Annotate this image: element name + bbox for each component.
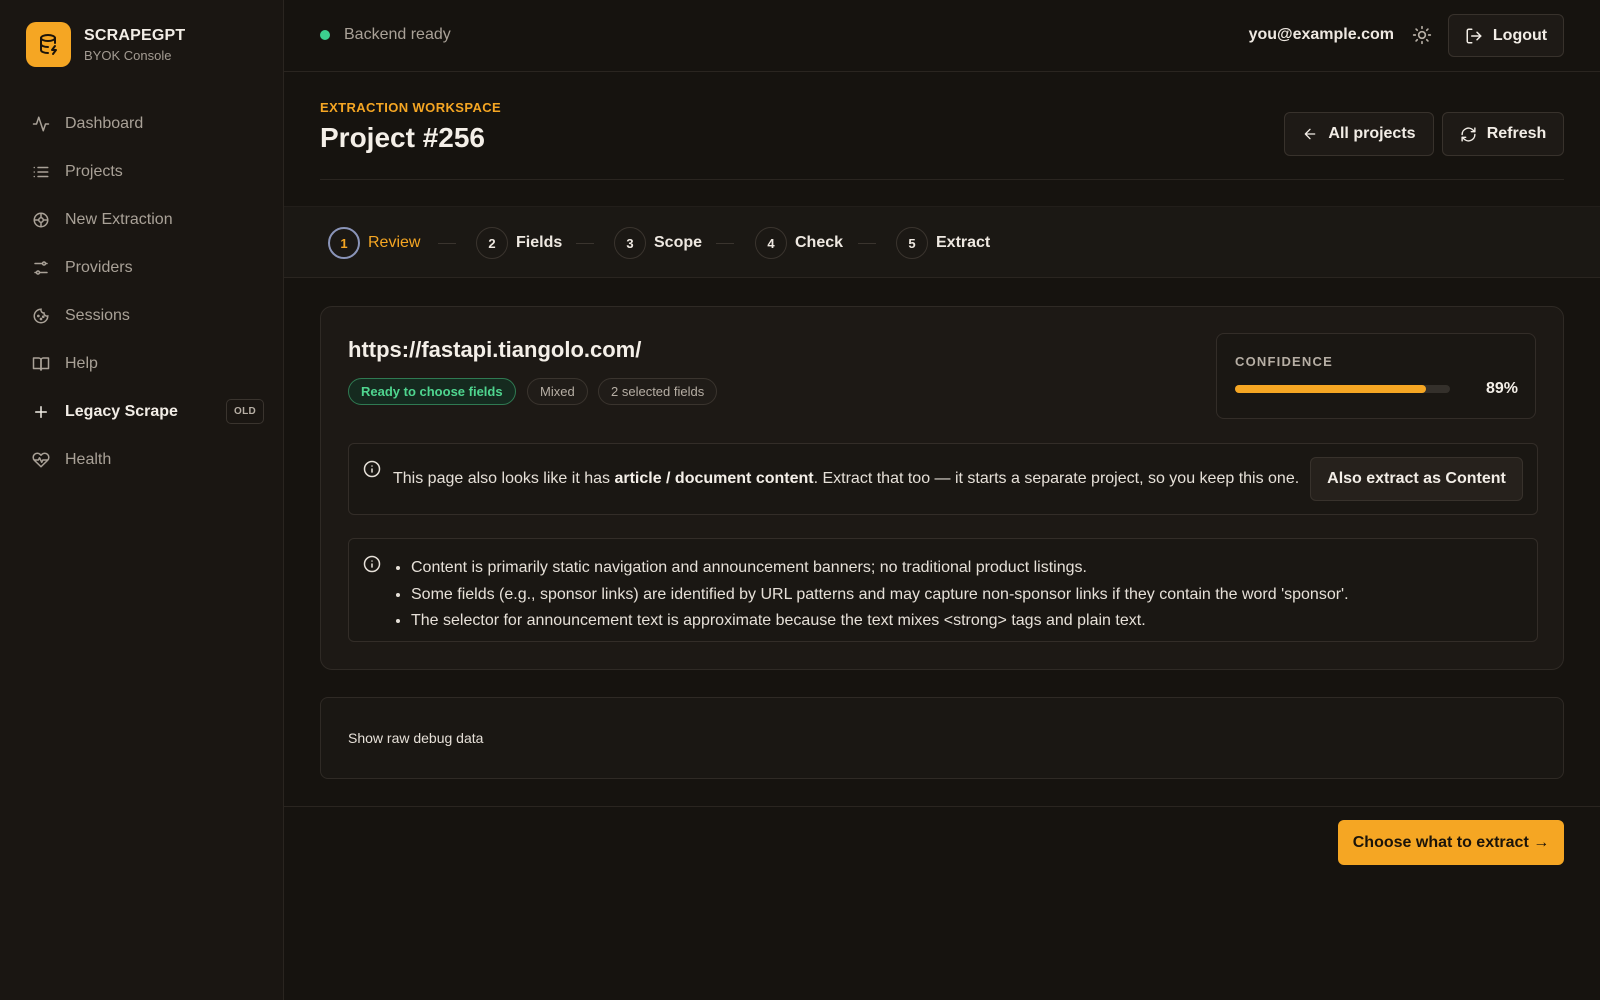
step-number: 3 xyxy=(614,227,646,259)
sidebar-item-legacy-scrape[interactable]: Legacy Scrape OLD xyxy=(18,388,266,436)
page-eyebrow: EXTRACTION WORKSPACE xyxy=(320,100,502,115)
status-indicator xyxy=(320,30,330,40)
activity-icon xyxy=(31,114,51,134)
notice-suffix: . Extract that too — it starts a separat… xyxy=(813,470,1300,487)
notice-prefix: This page also looks like it has xyxy=(393,470,615,487)
choose-fields-button[interactable]: Choose what to extract → xyxy=(1338,820,1564,865)
confidence-bar-fill xyxy=(1235,385,1427,393)
step-connector xyxy=(716,243,734,244)
sidebar-item-label: Projects xyxy=(65,163,123,180)
info-icon xyxy=(363,460,381,483)
sidebar-item-label: Providers xyxy=(65,259,133,276)
step-scope[interactable]: 3 Scope xyxy=(614,227,702,259)
step-label: Extract xyxy=(936,234,991,251)
selected-fields-badge: 2 selected fields xyxy=(598,378,718,405)
sidebar: SCRAPEGPT BYOK Console Dashboard Project… xyxy=(0,0,284,1000)
info-icon xyxy=(363,555,381,578)
sliders-icon xyxy=(31,258,51,278)
also-extract-label: Also extract as Content xyxy=(1327,470,1506,487)
database-icon xyxy=(26,22,71,67)
sidebar-item-label: Sessions xyxy=(65,307,130,324)
confidence-bar xyxy=(1235,385,1450,393)
main-content: Backend ready you@example.com Logout EXT… xyxy=(284,0,1600,1000)
analysis-notes: Content is primarily static navigation a… xyxy=(348,538,1538,642)
step-check[interactable]: 4 Check xyxy=(755,227,843,259)
also-extract-content-button[interactable]: Also extract as Content xyxy=(1310,457,1523,501)
divider xyxy=(284,806,1600,807)
book-icon xyxy=(31,354,51,374)
heart-pulse-icon xyxy=(31,450,51,470)
show-debug-toggle[interactable]: Show raw debug data xyxy=(348,730,483,746)
confidence-panel: CONFIDENCE 89% xyxy=(1216,333,1536,419)
page-header: EXTRACTION WORKSPACE Project #256 All pr… xyxy=(320,72,1564,180)
step-number: 5 xyxy=(896,227,928,259)
sidebar-item-label: Help xyxy=(65,355,98,372)
topbar: Backend ready you@example.com Logout xyxy=(284,0,1600,72)
step-label: Review xyxy=(368,234,421,251)
step-label: Fields xyxy=(516,234,563,251)
debug-panel[interactable]: Show raw debug data xyxy=(320,697,1564,779)
logout-label: Logout xyxy=(1492,26,1548,44)
notice-bold: article / document content xyxy=(614,470,814,487)
step-label: Scope xyxy=(654,234,703,251)
step-connector xyxy=(438,243,456,244)
page-url: https://fastapi.tiangolo.com/ xyxy=(348,337,642,362)
arrow-left-icon xyxy=(1302,126,1318,142)
type-badge: Mixed xyxy=(527,378,588,405)
backend-status: Backend ready xyxy=(344,26,451,43)
sidebar-item-label: New Extraction xyxy=(65,211,173,228)
sidebar-item-projects[interactable]: Projects xyxy=(18,148,266,196)
notes-list: Content is primarily static navigation a… xyxy=(411,555,1349,635)
sidebar-item-label: Dashboard xyxy=(65,115,144,132)
status-badge: Ready to choose fields xyxy=(348,378,516,405)
plus-icon xyxy=(31,402,51,422)
step-label: Check xyxy=(795,234,844,251)
step-extract[interactable]: 5 Extract xyxy=(896,227,990,259)
step-number: 4 xyxy=(755,227,787,259)
list-item: Some fields (e.g., sponsor links) are id… xyxy=(411,582,1349,609)
user-email: you@example.com xyxy=(1248,26,1394,43)
list-item: Content is primarily static navigation a… xyxy=(411,555,1349,582)
all-projects-label: All projects xyxy=(1328,125,1416,142)
list-icon xyxy=(31,162,51,182)
refresh-icon xyxy=(1460,126,1477,143)
logout-button[interactable]: Logout xyxy=(1448,14,1564,57)
sidebar-item-health[interactable]: Health xyxy=(18,436,266,484)
sidebar-item-new-extraction[interactable]: New Extraction xyxy=(18,196,266,244)
sidebar-item-dashboard[interactable]: Dashboard xyxy=(18,100,266,148)
sun-icon[interactable] xyxy=(1412,25,1432,45)
brand-subtitle: BYOK Console xyxy=(84,47,172,63)
brand-name: SCRAPEGPT xyxy=(84,26,186,44)
step-connector xyxy=(576,243,594,244)
list-item: The selector for announcement text is ap… xyxy=(411,608,1349,635)
log-out-icon xyxy=(1465,27,1483,45)
page-title: Project #256 xyxy=(320,122,485,153)
step-connector xyxy=(858,243,876,244)
confidence-value: 89% xyxy=(1485,380,1518,397)
step-number: 1 xyxy=(328,227,360,259)
refresh-button[interactable]: Refresh xyxy=(1442,112,1564,156)
aperture-icon xyxy=(31,210,51,230)
refresh-label: Refresh xyxy=(1486,125,1547,142)
step-fields[interactable]: 2 Fields xyxy=(476,227,562,259)
confidence-label: CONFIDENCE xyxy=(1235,354,1333,369)
all-projects-button[interactable]: All projects xyxy=(1284,112,1434,156)
sidebar-item-sessions[interactable]: Sessions xyxy=(18,292,266,340)
sidebar-item-label: Health xyxy=(65,451,112,468)
old-badge: OLD xyxy=(225,399,264,424)
step-review[interactable]: 1 Review xyxy=(328,227,420,259)
sidebar-item-providers[interactable]: Providers xyxy=(18,244,266,292)
step-number: 2 xyxy=(476,227,508,259)
brand[interactable]: SCRAPEGPT BYOK Console xyxy=(26,22,185,67)
sidebar-item-help[interactable]: Help xyxy=(18,340,266,388)
notice-text: This page also looks like it has article… xyxy=(393,470,1299,488)
review-card: https://fastapi.tiangolo.com/ Ready to c… xyxy=(320,306,1564,670)
sidebar-nav: Dashboard Projects New Extraction Provid… xyxy=(18,100,266,484)
stepper: 1 Review 2 Fields 3 Scope 4 Check 5 Extr… xyxy=(284,206,1600,278)
sidebar-item-label: Legacy Scrape xyxy=(65,403,178,420)
content-notice: This page also looks like it has article… xyxy=(348,443,1538,515)
cookie-icon xyxy=(31,306,51,326)
